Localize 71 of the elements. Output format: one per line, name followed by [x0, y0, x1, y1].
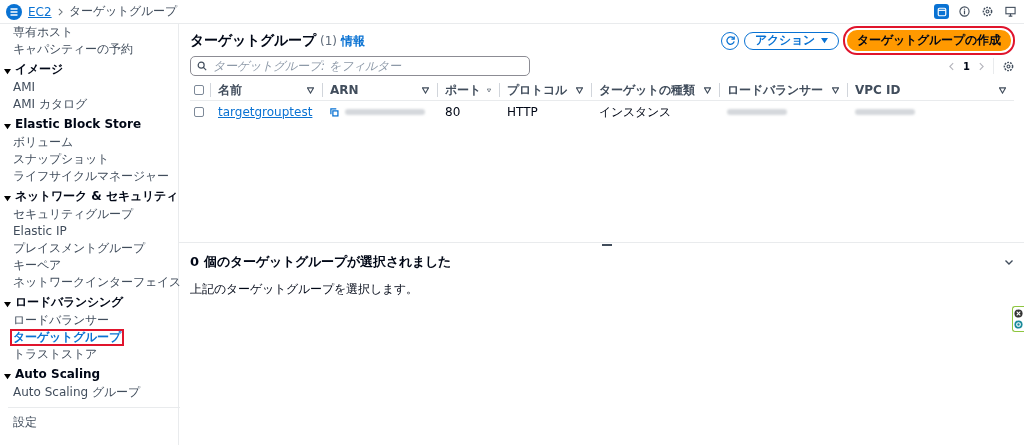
- sidebar-section-title[interactable]: ネットワーク & セキュリティ: [15, 190, 178, 203]
- details-title: 0 個のターゲットグループが選択されました: [190, 253, 451, 271]
- breadcrumb-current: ターゲットグループ: [68, 3, 177, 20]
- copy-icon[interactable]: [330, 107, 339, 117]
- menu-icon[interactable]: [6, 3, 22, 20]
- sidebar-item[interactable]: トラストストア: [10, 346, 100, 363]
- sidebar-section-title[interactable]: Auto Scaling: [15, 368, 101, 381]
- monitor-icon[interactable]: [1003, 4, 1018, 19]
- caret-icon: [821, 37, 828, 44]
- table-cell: 80: [445, 105, 461, 119]
- sort-icon[interactable]: [422, 86, 429, 94]
- sidebar-item[interactable]: セキュリティグループ: [10, 206, 136, 223]
- close-icon[interactable]: [1014, 309, 1023, 318]
- panel-icon[interactable]: [934, 4, 949, 19]
- sidebar-item[interactable]: Elastic IP: [10, 223, 70, 240]
- row-checkbox[interactable]: [194, 107, 204, 117]
- blurred-text: [727, 109, 787, 115]
- sidebar-item[interactable]: キャパシティーの予約: [10, 41, 136, 58]
- sidebar-item[interactable]: ロードバランサー: [10, 312, 112, 329]
- breadcrumb-link[interactable]: EC2: [28, 4, 52, 19]
- page-number[interactable]: 1: [963, 60, 970, 72]
- sidebar-item[interactable]: ライフサイクルマネージャー: [10, 168, 172, 185]
- chevron-icon[interactable]: [1004, 257, 1014, 267]
- settings-icon[interactable]: [1003, 60, 1014, 72]
- blurred-text: [855, 109, 915, 115]
- column-header[interactable]: VPC ID: [855, 83, 901, 97]
- sort-icon[interactable]: [999, 86, 1006, 94]
- floating-toolbar[interactable]: [1012, 306, 1024, 332]
- sidebar-item[interactable]: ネットワークインターフェイス: [10, 274, 184, 291]
- details-hint: 上記のターゲットグループを選択します。: [190, 281, 419, 298]
- sidebar-item[interactable]: Auto Scaling グループ: [10, 384, 143, 401]
- sort-icon[interactable]: [704, 86, 711, 94]
- table-cell: インスタンス: [599, 103, 671, 121]
- sort-icon[interactable]: [307, 86, 314, 94]
- sidebar-section-title[interactable]: イメージ: [15, 63, 63, 76]
- chevron-icon: [57, 7, 63, 16]
- info-link[interactable]: 情報: [341, 32, 365, 50]
- sidebar-item[interactable]: ボリューム: [10, 134, 76, 151]
- sidebar-section-title[interactable]: ロードバランシング: [15, 296, 123, 309]
- select-all-checkbox[interactable]: [194, 85, 204, 95]
- info-icon[interactable]: [957, 4, 972, 19]
- sort-icon[interactable]: [487, 86, 491, 94]
- sidebar-item[interactable]: キーペア: [10, 257, 64, 274]
- resize-handle[interactable]: [601, 244, 612, 246]
- column-header[interactable]: ロードバランサー: [727, 81, 823, 99]
- sidebar-item[interactable]: スナップショット: [10, 151, 112, 168]
- sidebar-item[interactable]: AMI カタログ: [10, 96, 90, 113]
- refresh-icon: [724, 35, 736, 46]
- sort-icon[interactable]: [832, 86, 839, 94]
- column-header[interactable]: プロトコル: [507, 81, 567, 99]
- sidebar-item[interactable]: ターゲットグループ: [10, 329, 124, 346]
- actions-button[interactable]: アクション: [744, 31, 839, 50]
- sidebar-item[interactable]: 設定: [10, 414, 40, 431]
- sort-icon[interactable]: [576, 86, 583, 94]
- sidebar-item[interactable]: プレイスメントグループ: [10, 240, 148, 257]
- column-header[interactable]: ARN: [330, 83, 359, 97]
- column-header[interactable]: ターゲットの種類: [599, 81, 695, 99]
- search-field[interactable]: ターゲットグループ: をフィルター: [190, 56, 530, 76]
- target-group-link[interactable]: targetgrouptest: [218, 105, 313, 119]
- sidebar-section-title[interactable]: Elastic Block Store: [15, 118, 142, 131]
- column-header[interactable]: ポート: [445, 81, 481, 99]
- settings-icon[interactable]: [980, 4, 995, 19]
- item-count: (1): [320, 33, 337, 48]
- sidebar-item[interactable]: AMI: [10, 79, 39, 96]
- refresh-button[interactable]: [721, 31, 739, 50]
- panel-title: ターゲットグループ: [190, 31, 316, 50]
- column-header[interactable]: 名前: [218, 81, 242, 99]
- table-cell: HTTP: [507, 105, 538, 119]
- ring-icon[interactable]: [1014, 320, 1023, 329]
- search-icon: [197, 61, 207, 71]
- sidebar-item[interactable]: 専有ホスト: [10, 24, 76, 41]
